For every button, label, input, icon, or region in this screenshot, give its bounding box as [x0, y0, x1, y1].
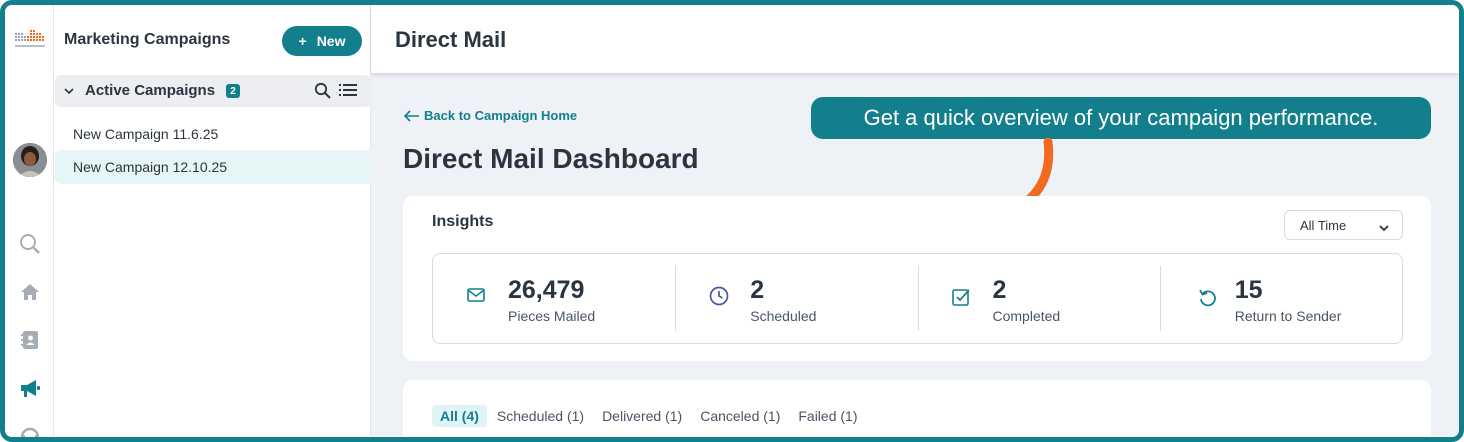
chevron-down-icon [1378, 221, 1390, 236]
list-icon[interactable] [339, 83, 357, 102]
back-link-label: Back to Campaign Home [424, 108, 578, 123]
page-title: Direct Mail Dashboard [403, 143, 699, 174]
stat-pieces-mailed: 26,479 Pieces Mailed [433, 254, 675, 343]
time-range-value: All Time [1300, 217, 1347, 233]
new-campaign-button[interactable]: + New [282, 26, 362, 56]
stat-completed: 2 Completed [917, 254, 1160, 343]
status-tabs: All (4) Scheduled (1) Delivered (1) Canc… [432, 405, 868, 427]
headset-icon[interactable] [17, 421, 43, 437]
stat-value: 2 [750, 276, 765, 304]
stat-value: 15 [1234, 276, 1263, 304]
check-square-icon [951, 288, 970, 311]
campaign-item[interactable]: New Campaign 11.6.25 [55, 117, 371, 151]
tab-failed[interactable]: Failed (1) [790, 405, 865, 427]
stat-value: 26,479 [508, 276, 585, 304]
active-campaigns-header[interactable]: Active Campaigns 2 [55, 75, 371, 107]
app-window: Marketing Campaigns + New Active Campaig… [0, 0, 1464, 442]
clock-icon [709, 286, 729, 311]
main-content: Direct Mail Back to Campaign Home Direct… [371, 5, 1459, 437]
search-icon[interactable] [17, 231, 43, 257]
new-button-label: New [316, 33, 346, 49]
stat-label: Completed [992, 308, 1061, 324]
tooltip-callout: Get a quick overview of your campaign pe… [811, 97, 1431, 139]
stats-row: 26,479 Pieces Mailed 2 Scheduled 2 Compl… [432, 253, 1403, 344]
stat-scheduled: 2 Scheduled [675, 254, 917, 343]
stat-value: 2 [992, 276, 1007, 304]
chevron-down-icon[interactable] [63, 84, 75, 102]
stat-label: Scheduled [750, 308, 817, 324]
user-avatar[interactable] [13, 143, 47, 177]
stat-label: Pieces Mailed [508, 308, 596, 324]
campaign-item-selected[interactable]: New Campaign 12.10.25 [55, 150, 371, 184]
insights-card: Insights All Time 26,479 Pieces Mailed 2… [403, 196, 1431, 361]
stat-label: Return to Sender [1234, 308, 1342, 324]
campaign-list-card: All (4) Scheduled (1) Delivered (1) Canc… [403, 380, 1431, 437]
insights-title: Insights [432, 213, 494, 230]
mail-icon [467, 288, 485, 307]
top-bar: Direct Mail [371, 5, 1459, 73]
count-badge: 2 [226, 84, 240, 98]
search-icon[interactable] [314, 82, 331, 104]
time-range-select[interactable]: All Time [1284, 210, 1403, 240]
return-icon [1198, 288, 1218, 313]
plus-icon: + [298, 33, 307, 49]
back-link[interactable]: Back to Campaign Home [404, 108, 577, 123]
contacts-icon[interactable] [17, 327, 43, 353]
arrow-left-icon [404, 109, 419, 122]
logo-icon [12, 25, 48, 53]
group-label: Active Campaigns [85, 82, 216, 99]
tab-scheduled[interactable]: Scheduled (1) [489, 405, 592, 427]
tab-canceled[interactable]: Canceled (1) [692, 405, 788, 427]
header-title: Direct Mail [395, 27, 507, 52]
tab-delivered[interactable]: Delivered (1) [594, 405, 690, 427]
campaign-panel: Marketing Campaigns + New Active Campaig… [54, 5, 371, 437]
tab-all[interactable]: All (4) [432, 405, 487, 427]
stat-return-to-sender: 15 Return to Sender [1159, 254, 1402, 343]
panel-title: Marketing Campaigns [64, 31, 231, 48]
icon-rail [5, 5, 54, 437]
home-icon[interactable] [17, 279, 43, 305]
megaphone-icon[interactable] [17, 375, 43, 401]
